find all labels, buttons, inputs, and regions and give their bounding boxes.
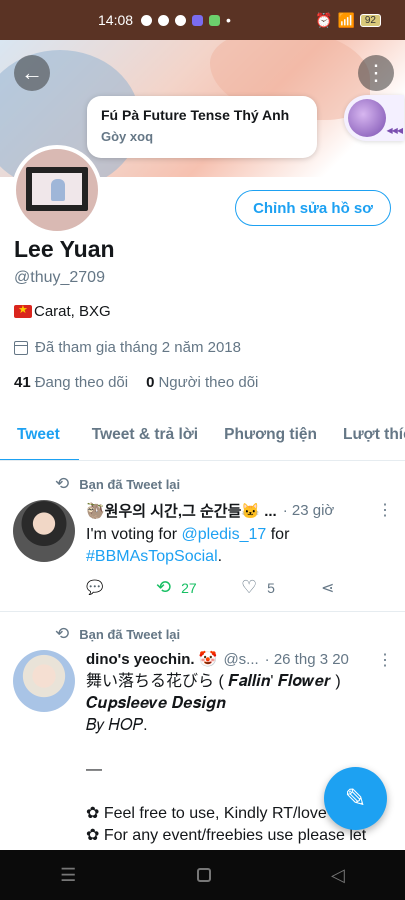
- retweet-indicator: ⟲ Bạn đã Tweet lại: [55, 474, 180, 494]
- messenger-icon: [141, 14, 153, 26]
- share-button[interactable]: ⋖: [321, 578, 334, 598]
- joined-text: Đã tham gia tháng 2 năm 2018: [35, 339, 241, 356]
- tweet-author-avatar[interactable]: [13, 650, 75, 712]
- chat-head-indicator-icon: ◀◀◀: [386, 126, 404, 135]
- home-icon[interactable]: [196, 868, 211, 882]
- reply-button[interactable]: 💬: [86, 579, 156, 596]
- tweet-header: 🦥원우의 시간,그 순간들🐱 ... · 23 giờ: [86, 500, 395, 521]
- back-triangle-icon[interactable]: ◁: [331, 865, 345, 886]
- alarm-icon: ⏰: [315, 11, 333, 28]
- notification-toast[interactable]: Fú Pà Future Tense Thý Anh Gòy xoq: [87, 96, 317, 158]
- tweet-more-button[interactable]: ⋮: [377, 650, 393, 670]
- retweet-action-icon: ⟲: [156, 577, 172, 597]
- retweet-button[interactable]: ⟲ 27: [156, 577, 241, 598]
- chat-head-bubble[interactable]: ◀◀◀: [344, 95, 404, 141]
- follow-stats: 41 Đang theo dõi 0 Người theo dõi: [14, 374, 258, 391]
- retweet-label: Bạn đã Tweet lại: [79, 476, 181, 492]
- system-navigation-bar: ☰ ◁: [0, 850, 405, 900]
- hashtag-link[interactable]: #BBMAsTopSocial: [86, 548, 218, 565]
- following-count: 41: [14, 374, 31, 391]
- profile-tabs: Tweet Tweet & trả lời Phương tiện Lượt t…: [0, 413, 405, 461]
- followers-label: Người theo dõi: [158, 374, 259, 391]
- tab-likes[interactable]: Lượt thích: [330, 413, 405, 460]
- tweet-divider: [0, 611, 405, 612]
- retweet-count: 27: [181, 579, 197, 596]
- compose-tweet-button[interactable]: ✎: [324, 767, 387, 830]
- app-icon: [192, 14, 204, 26]
- profile-bio: Carat, BXG: [14, 303, 111, 320]
- tweet-author-handle: @s...: [223, 650, 259, 668]
- profile-avatar[interactable]: [12, 145, 102, 235]
- tweet-author[interactable]: 🦥원우의 시간,그 순간들🐱 ...: [86, 500, 277, 521]
- tweet-actions: 💬 ⟲ 27 ♡ 5 ⋖: [86, 577, 334, 598]
- retweet-label: Bạn đã Tweet lại: [79, 626, 181, 642]
- status-notification-icons: •: [141, 12, 231, 28]
- calendar-icon: [14, 340, 28, 355]
- tab-tweets-replies[interactable]: Tweet & trả lời: [79, 413, 211, 460]
- recents-icon[interactable]: ☰: [60, 865, 76, 886]
- following-link[interactable]: 41 Đang theo dõi: [14, 374, 128, 391]
- dot-icon: •: [226, 12, 231, 28]
- vietnam-flag-icon: [14, 303, 32, 318]
- tweet-body[interactable]: 🦥원우의 시간,그 순간들🐱 ... · 23 giờ I'm voting f…: [86, 500, 395, 568]
- download-icon: [175, 14, 187, 26]
- avatar-film-frame: [26, 167, 88, 211]
- back-button[interactable]: ←: [14, 55, 50, 91]
- tweet-text: I'm voting for @pledis_17 for #BBMAsTopS…: [86, 526, 290, 565]
- app-icon-2: [209, 14, 221, 26]
- tweet-author-avatar[interactable]: [13, 500, 75, 562]
- status-system-icons: ⏰ 📶 92: [315, 12, 381, 29]
- profile-handle: @thuy_2709: [14, 269, 105, 286]
- eye-icon: [158, 14, 170, 26]
- tweet-more-button[interactable]: ⋮: [377, 500, 393, 520]
- edit-profile-button[interactable]: Chỉnh sửa hồ sơ: [235, 190, 391, 226]
- tweet-header: dino's yeochin. 🤡 @s... · 26 thg 3 20: [86, 650, 395, 669]
- notification-subtitle: Gòy xoq: [101, 129, 154, 144]
- more-options-button[interactable]: ⋮: [358, 55, 394, 91]
- mention-link[interactable]: @pledis_17: [182, 526, 267, 543]
- battery-icon: 92: [359, 13, 381, 27]
- chat-head-avatar: [348, 99, 386, 137]
- retweet-indicator: ⟲ Bạn đã Tweet lại: [55, 624, 180, 644]
- tab-media[interactable]: Phương tiện: [211, 413, 330, 460]
- tweet-timestamp: · 26 thg 3 20: [264, 650, 349, 668]
- like-count: 5: [267, 579, 275, 596]
- heart-icon: ♡: [241, 577, 258, 597]
- retweet-icon: ⟲: [55, 624, 70, 643]
- retweet-icon: ⟲: [55, 474, 70, 493]
- notification-title: Fú Pà Future Tense Thý Anh: [101, 107, 290, 123]
- bio-text: Carat, BXG: [34, 303, 111, 320]
- like-button[interactable]: ♡ 5: [241, 577, 321, 598]
- reply-icon: 💬: [86, 579, 104, 595]
- compose-tweet-icon: ✎: [344, 783, 367, 813]
- more-vertical-icon: ⋮: [365, 60, 387, 85]
- status-time: 14:08: [98, 12, 134, 28]
- followers-link[interactable]: 0 Người theo dõi: [146, 374, 258, 391]
- tweet-author[interactable]: dino's yeochin. 🤡: [86, 650, 217, 668]
- joined-date: Đã tham gia tháng 2 năm 2018: [14, 339, 241, 356]
- share-icon: ⋖: [321, 579, 335, 597]
- arrow-left-icon: ←: [21, 60, 43, 85]
- tab-tweets[interactable]: Tweet: [0, 413, 79, 460]
- tweet-timestamp: · 23 giờ: [282, 502, 335, 519]
- status-bar: 14:08 • ⏰ 📶 92: [0, 0, 405, 40]
- wifi-icon: 📶: [337, 11, 355, 28]
- profile-name: Lee Yuan: [14, 236, 115, 262]
- followers-count: 0: [146, 374, 155, 391]
- following-label: Đang theo dõi: [34, 374, 129, 391]
